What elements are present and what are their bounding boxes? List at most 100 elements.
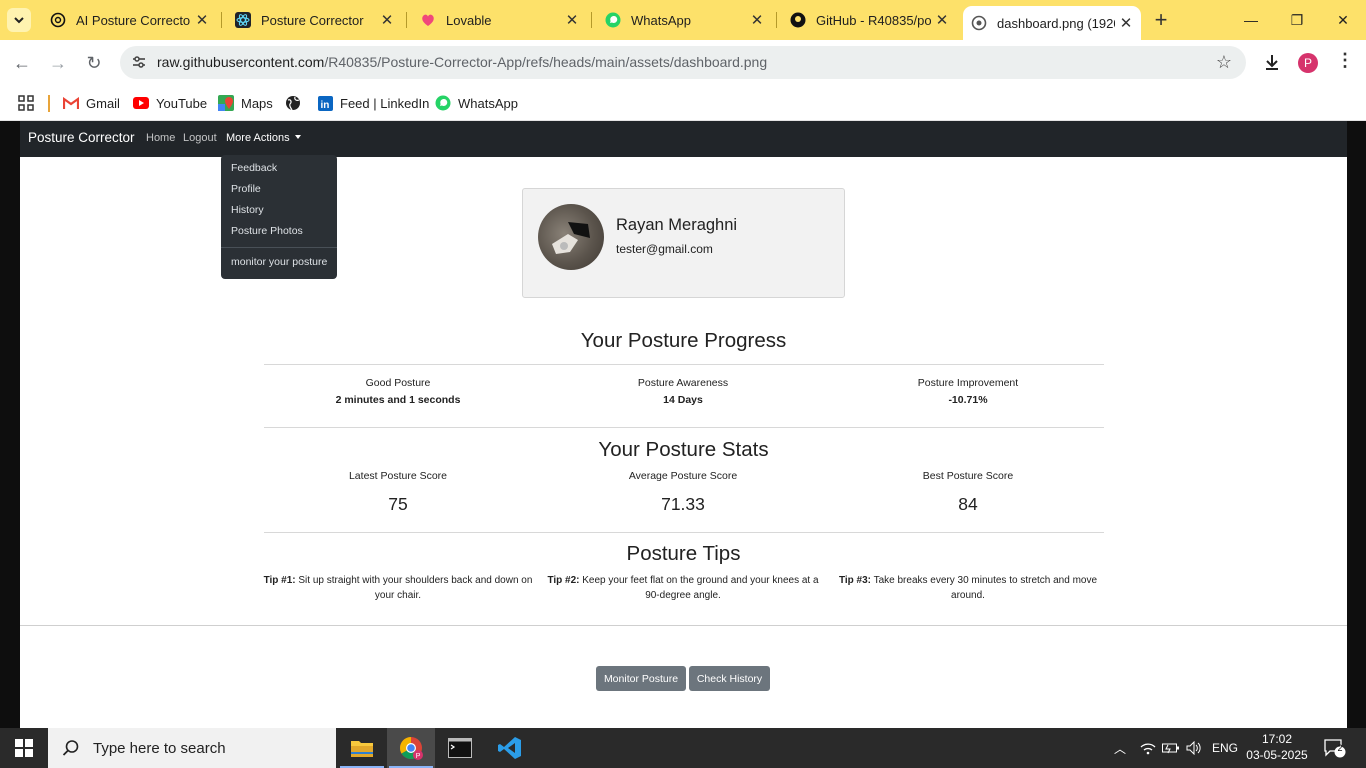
react-icon [235,12,251,28]
dropdown-item-profile[interactable]: Profile [231,183,261,195]
dropdown-item-monitor[interactable]: monitor your posture [231,256,327,268]
chevron-down-icon [14,17,24,24]
browser-tab[interactable]: Lovable ✕ [406,0,592,40]
progress-title: Your Posture Progress [580,329,787,352]
tab-title: AI Posture Corrector ( [76,12,191,28]
browser-toolbar: ← → ↻ raw.githubusercontent.com/R40835/P… [0,40,1366,86]
openai-icon [50,12,66,28]
browser-menu-icon[interactable]: ⋮ [1336,50,1354,71]
bookmarks-bar: Gmail YouTube Maps in Feed | LinkedIn Wh… [0,86,1366,121]
maps-icon [218,95,234,111]
dropdown-divider [221,247,337,248]
bookmark-youtube[interactable]: YouTube [133,93,207,113]
network-icon[interactable] [1140,728,1156,768]
dropdown-item-history[interactable]: History [231,204,264,216]
close-icon[interactable]: ✕ [191,11,213,29]
divider [264,427,1104,428]
profile-email: tester@gmail.com [616,242,713,256]
taskbar-search-box[interactable]: Type here to search [48,728,336,768]
new-tab-button[interactable]: + [1150,9,1172,31]
search-icon [62,740,79,756]
close-icon[interactable]: ✕ [376,11,398,29]
volume-icon[interactable] [1186,728,1202,768]
youtube-icon [133,95,149,111]
reload-icon[interactable]: ↻ [82,51,106,75]
stat-good-posture: Good Posture 2 minutes and 1 seconds [335,377,461,406]
tips-title: Posture Tips [626,542,741,565]
browser-tab-active[interactable]: dashboard.png (1920 ✕ [963,6,1141,40]
svg-text:in: in [320,100,329,111]
app-navbar: Posture Corrector Home Logout More Actio… [20,121,1347,157]
bookmark-linkedin[interactable]: in Feed | LinkedIn [317,93,429,113]
show-hidden-icons[interactable]: ︿ [1114,728,1126,768]
close-window-button[interactable]: ✕ [1320,0,1366,40]
browser-tab[interactable]: WhatsApp ✕ [591,0,777,40]
terminal-app[interactable] [436,728,484,768]
browser-tab[interactable]: Posture Corrector ✕ [221,0,407,40]
bookmark-star-icon[interactable]: ☆ [1216,52,1232,73]
dropdown-item-posture-photos[interactable]: Posture Photos [231,225,303,237]
battery-icon[interactable] [1162,728,1180,768]
close-icon[interactable]: ✕ [746,11,768,29]
dashboard-screenshot: Posture Corrector Home Logout More Actio… [20,121,1347,728]
tab-title: WhatsApp [631,12,691,28]
browser-tab[interactable]: GitHub - R40835/pos ✕ [776,0,961,40]
footer-divider [20,625,1347,626]
language-indicator[interactable]: ENG [1212,728,1238,768]
nav-more-actions-toggle[interactable]: More Actions [226,132,301,144]
notifications-button[interactable]: 2 [1324,728,1346,768]
stat-posture-improvement: Posture Improvement -10.71% [917,377,1019,406]
apps-grid-icon[interactable] [18,93,34,113]
divider [264,364,1104,365]
close-icon[interactable]: ✕ [1115,14,1137,32]
chrome-icon: P [400,737,423,760]
gmail-icon [63,95,79,111]
back-icon[interactable]: ← [10,51,34,75]
nav-logout-link[interactable]: Logout [183,132,217,144]
profile-name: Rayan Meraghni [616,216,738,234]
dropdown-item-feedback[interactable]: Feedback [231,162,277,174]
site-info-icon[interactable] [130,53,148,71]
close-icon[interactable]: ✕ [561,11,583,29]
url-text: raw.githubusercontent.com/R40835/Posture… [157,54,768,70]
profile-avatar[interactable]: P [1298,53,1318,73]
whatsapp-icon [435,95,451,111]
tip-1: Tip #1: Sit up straight with your should… [263,575,533,601]
stat-best-score: Best Posture Score 84 [922,470,1014,514]
bookmark-gmail[interactable]: Gmail [63,93,120,113]
vscode-icon [498,737,521,759]
caret-down-icon [294,135,301,139]
app-brand[interactable]: Posture Corrector [28,130,135,145]
windows-start-button[interactable] [0,728,48,768]
minimize-button[interactable]: — [1228,0,1274,40]
browser-tab[interactable]: AI Posture Corrector ( ✕ [36,0,222,40]
profile-card: Rayan Meraghni tester@gmail.com [522,188,845,298]
vscode-app[interactable] [486,728,534,768]
lovable-heart-icon [420,12,436,28]
whatsapp-icon [605,12,621,28]
bookmark-whatsapp[interactable]: WhatsApp [435,93,518,113]
globe-icon [285,95,301,111]
windows-taskbar: Type here to search P ︿ ENG 17:02 03-05-… [0,728,1366,768]
tab-search-button[interactable] [7,8,31,32]
taskbar-clock[interactable]: 17:02 03-05-2025 [1236,731,1318,763]
file-explorer-app[interactable] [338,728,386,768]
tab-title: Posture Corrector [261,12,364,28]
more-actions-dropdown: Feedback Profile History Posture Photos … [221,155,337,279]
address-bar[interactable]: raw.githubusercontent.com/R40835/Posture… [120,46,1246,79]
close-icon[interactable]: ✕ [931,11,953,29]
restore-button[interactable]: ❐ [1274,0,1320,40]
forward-icon[interactable]: → [46,51,70,75]
image-viewer: Posture Corrector Home Logout More Actio… [0,121,1366,728]
chrome-app[interactable]: P [387,728,435,768]
terminal-icon [448,738,472,758]
bookmark-globe[interactable] [285,93,308,113]
tab-title: dashboard.png (1920 [997,15,1115,31]
folder-icon [351,741,373,757]
check-history-button[interactable]: Check History [689,666,770,691]
download-icon[interactable] [1262,52,1282,72]
nav-home-link[interactable]: Home [146,132,175,144]
windows-logo-icon [15,739,33,757]
bookmark-maps[interactable]: Maps [218,93,273,113]
monitor-posture-button[interactable]: Monitor Posture [596,666,686,691]
